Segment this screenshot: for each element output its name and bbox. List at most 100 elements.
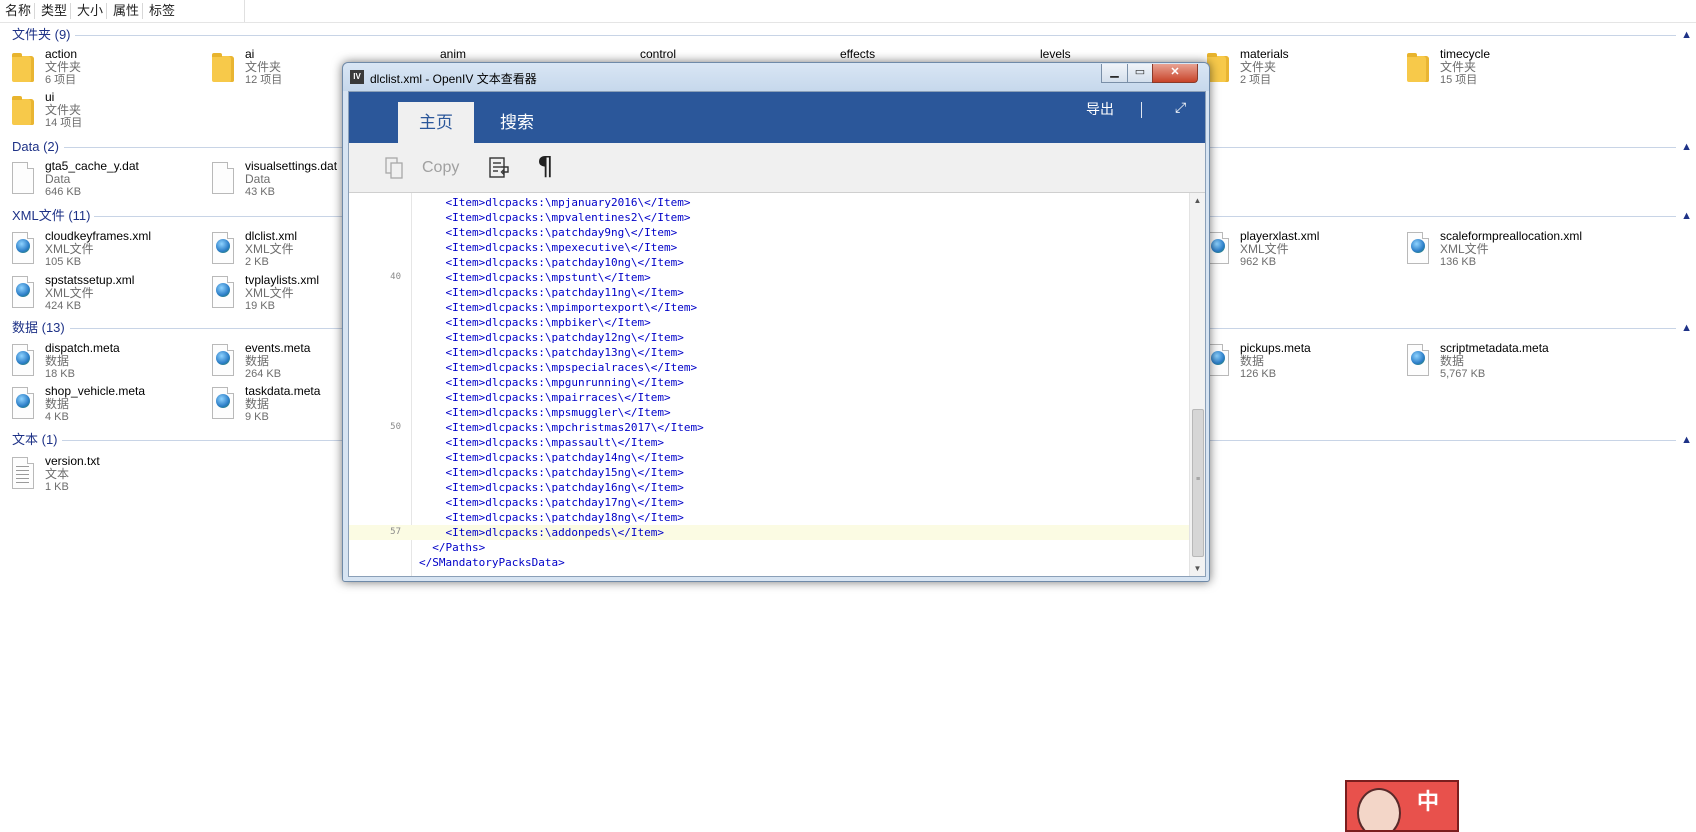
- group-title: 文件夹 (9): [12, 27, 71, 42]
- item-size: 6 项目: [45, 74, 77, 86]
- code-line[interactable]: <Item>dlcpacks:\patchday16ng\</Item>: [349, 480, 1189, 495]
- code-line[interactable]: <Item>dlcpacks:\patchday15ng\</Item>: [349, 465, 1189, 480]
- code-text: <Item>dlcpacks:\mpgunrunning\</Item>: [419, 376, 684, 389]
- code-text: <Item>dlcpacks:\mpexecutive\</Item>: [419, 241, 678, 254]
- word-wrap-icon[interactable]: [489, 156, 511, 180]
- item-type: Data: [45, 172, 71, 186]
- maximize-button[interactable]: ▭: [1127, 64, 1153, 83]
- item-type: 文件夹: [45, 103, 82, 117]
- item-size: 43 KB: [245, 186, 275, 198]
- collapse-icon[interactable]: ▲: [1681, 27, 1692, 43]
- code-line[interactable]: 57 <Item>dlcpacks:\addonpeds\</Item>: [349, 525, 1189, 540]
- code-editor[interactable]: <Item>dlcpacks:\mpjanuary2016\</Item> <I…: [349, 193, 1189, 576]
- show-whitespace-button[interactable]: ¶: [537, 152, 554, 182]
- list-item[interactable]: materials 文件夹 2 项目: [1200, 48, 1380, 88]
- code-text: <Item>dlcpacks:\mpjanuary2016\</Item>: [419, 196, 691, 209]
- code-line[interactable]: <Item>dlcpacks:\mpimportexport\</Item>: [349, 300, 1189, 315]
- title-bar[interactable]: IV dlclist.xml - OpenIV 文本查看器 ▁ ▭ ✕: [343, 63, 1209, 91]
- group-header-folders[interactable]: 文件夹 (9) ▲: [0, 27, 1696, 43]
- item-type: XML文件: [245, 286, 294, 300]
- item-type: 数据: [45, 397, 70, 411]
- column-name[interactable]: 名称: [2, 3, 36, 19]
- code-line[interactable]: <Item>dlcpacks:\mpexecutive\</Item>: [349, 240, 1189, 255]
- code-line[interactable]: </SMandatoryPacksData>: [349, 555, 1189, 570]
- code-text: <Item>dlcpacks:\patchday16ng\</Item>: [419, 481, 684, 494]
- item-type: 文件夹: [1440, 60, 1477, 74]
- code-line[interactable]: <Item>dlcpacks:\patchday14ng\</Item>: [349, 450, 1189, 465]
- code-line[interactable]: <Item>dlcpacks:\mpsmuggler\</Item>: [349, 405, 1189, 420]
- scroll-thumb[interactable]: ≡: [1192, 409, 1204, 557]
- tab-search[interactable]: 搜索: [479, 102, 555, 143]
- code-line[interactable]: <Item>dlcpacks:\mpgunrunning\</Item>: [349, 375, 1189, 390]
- close-button[interactable]: ✕: [1152, 64, 1198, 83]
- code-line[interactable]: <Item>dlcpacks:\patchday10ng\</Item>: [349, 255, 1189, 270]
- item-type: 文本: [45, 467, 70, 481]
- list-item[interactable]: version.txt 文本 1 KB: [5, 455, 185, 495]
- code-line[interactable]: </Paths>: [349, 540, 1189, 555]
- collapse-icon[interactable]: ▲: [1681, 139, 1692, 155]
- scroll-up-arrow-icon[interactable]: ▲: [1190, 193, 1205, 208]
- list-item[interactable]: dispatch.meta 数据 18 KB: [5, 342, 185, 382]
- item-type: 数据: [45, 354, 70, 368]
- code-line[interactable]: 40 <Item>dlcpacks:\mpstunt\</Item>: [349, 270, 1189, 285]
- vertical-scrollbar[interactable]: ▲ ≡ ▼: [1189, 193, 1205, 576]
- code-line[interactable]: 50 <Item>dlcpacks:\mpchristmas2017\</Ite…: [349, 420, 1189, 435]
- code-line[interactable]: <Item>dlcpacks:\patchday18ng\</Item>: [349, 510, 1189, 525]
- code-line[interactable]: <Item>dlcpacks:\patchday9ng\</Item>: [349, 225, 1189, 240]
- list-item[interactable]: timecycle 文件夹 15 项目: [1400, 48, 1580, 88]
- code-line[interactable]: <Item>dlcpacks:\mpvalentines2\</Item>: [349, 210, 1189, 225]
- list-item[interactable]: spstatssetup.xml XML文件 424 KB: [5, 274, 185, 314]
- column-type[interactable]: 类型: [38, 3, 72, 19]
- code-line[interactable]: <Item>dlcpacks:\mpjanuary2016\</Item>: [349, 195, 1189, 210]
- item-type: XML文件: [245, 242, 294, 256]
- xml-file-icon: [12, 276, 36, 310]
- list-item[interactable]: scaleformpreallocation.xml XML文件 136 KB: [1400, 230, 1582, 270]
- collapse-icon[interactable]: ▲: [1681, 432, 1692, 448]
- list-item[interactable]: ui 文件夹 14 项目: [5, 91, 185, 131]
- code-line[interactable]: <Item>dlcpacks:\patchday12ng\</Item>: [349, 330, 1189, 345]
- column-size[interactable]: 大小: [74, 3, 108, 19]
- item-size: 9 KB: [245, 411, 269, 423]
- column-attributes[interactable]: 属性: [110, 3, 144, 19]
- column-tags[interactable]: 标签: [146, 3, 178, 19]
- list-item[interactable]: cloudkeyframes.xml XML文件 105 KB: [5, 230, 185, 270]
- minimize-button[interactable]: ▁: [1101, 64, 1128, 83]
- code-text: </SMandatoryPacksData>: [419, 556, 565, 569]
- item-size: 2 项目: [1240, 74, 1272, 86]
- export-button[interactable]: 导出: [1086, 99, 1114, 119]
- list-item[interactable]: shop_vehicle.meta 数据 4 KB: [5, 385, 185, 425]
- text-viewer-window[interactable]: IV dlclist.xml - OpenIV 文本查看器 ▁ ▭ ✕ 主页 搜…: [342, 62, 1210, 582]
- code-line[interactable]: <Item>dlcpacks:\mpspecialraces\</Item>: [349, 360, 1189, 375]
- copy-button[interactable]: Copy: [422, 159, 459, 177]
- xml-file-icon: [12, 232, 36, 266]
- code-line[interactable]: <Item>dlcpacks:\mpairraces\</Item>: [349, 390, 1189, 405]
- list-item[interactable]: scriptmetadata.meta 数据 5,767 KB: [1400, 342, 1580, 382]
- code-text: <Item>dlcpacks:\mpsmuggler\</Item>: [419, 406, 671, 419]
- meta-file-icon: [12, 387, 36, 421]
- expand-icon[interactable]: ⤢: [1175, 99, 1186, 116]
- code-line[interactable]: <Item>dlcpacks:\mpassault\</Item>: [349, 435, 1189, 450]
- item-name: anim: [440, 47, 467, 61]
- list-item[interactable]: action 文件夹 6 项目: [5, 48, 185, 88]
- list-item[interactable]: gta5_cache_y.dat Data 646 KB: [5, 160, 185, 200]
- item-type: 文件夹: [1240, 60, 1277, 74]
- item-name: effects: [840, 47, 876, 61]
- code-line[interactable]: <Item>dlcpacks:\patchday17ng\</Item>: [349, 495, 1189, 510]
- item-size: 424 KB: [45, 300, 82, 312]
- meta-file-icon: [212, 387, 236, 421]
- code-line[interactable]: <Item>dlcpacks:\patchday13ng\</Item>: [349, 345, 1189, 360]
- xml-file-icon: [212, 232, 236, 266]
- item-type: 文件夹: [245, 60, 282, 74]
- list-item[interactable]: playerxlast.xml XML文件 962 KB: [1200, 230, 1380, 270]
- tab-home[interactable]: 主页: [398, 102, 474, 143]
- collapse-icon[interactable]: ▲: [1681, 208, 1692, 224]
- code-line[interactable]: <Item>dlcpacks:\patchday11ng\</Item>: [349, 285, 1189, 300]
- folder-icon: [1407, 50, 1431, 84]
- collapse-icon[interactable]: ▲: [1681, 320, 1692, 336]
- code-text: <Item>dlcpacks:\mpvalentines2\</Item>: [419, 211, 691, 224]
- code-line[interactable]: <Item>dlcpacks:\mpbiker\</Item>: [349, 315, 1189, 330]
- list-item[interactable]: pickups.meta 数据 126 KB: [1200, 342, 1380, 382]
- scroll-down-arrow-icon[interactable]: ▼: [1190, 561, 1205, 576]
- code-text: <Item>dlcpacks:\mpstunt\</Item>: [419, 271, 651, 284]
- toolbar: Copy ¶: [349, 143, 1205, 193]
